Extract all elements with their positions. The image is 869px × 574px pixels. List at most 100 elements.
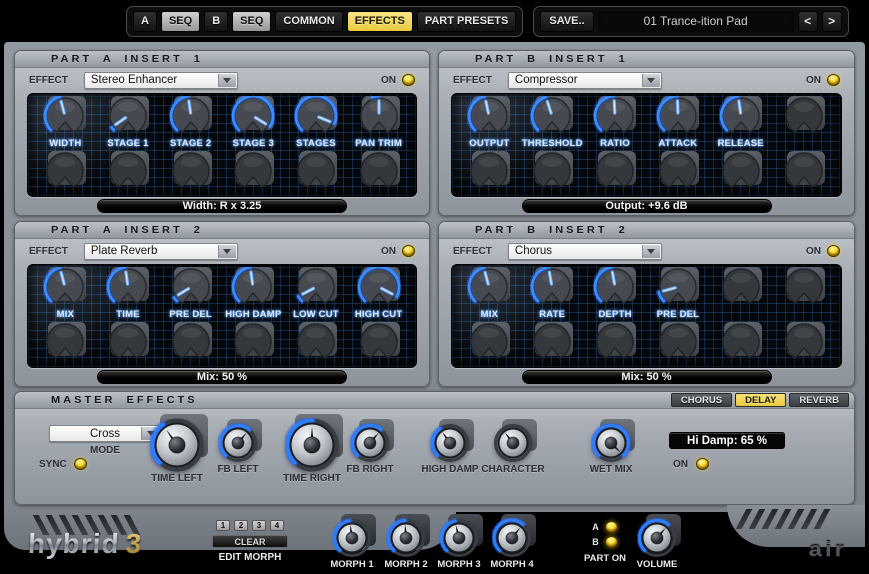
knob-label: MORPH 1 (330, 559, 373, 570)
tab-effects-5[interactable]: EFFECTS (347, 11, 413, 32)
knob-unused (593, 151, 637, 193)
knob-stage-2[interactable] (169, 96, 213, 138)
prev-preset-button[interactable]: < (798, 11, 818, 32)
knob-unused (656, 322, 700, 364)
part-b-label: B (592, 537, 599, 547)
knob-low-cut[interactable] (294, 267, 338, 309)
chevron-down-icon[interactable] (218, 245, 236, 258)
knob-stage-3[interactable] (231, 96, 275, 138)
save-button[interactable]: SAVE.. (540, 11, 593, 32)
knob-unused (294, 151, 338, 193)
knob-morph-3[interactable]: MORPH 3 (434, 518, 484, 570)
knob-label: TIME (116, 309, 140, 321)
knob-label: STAGE 1 (107, 138, 148, 150)
knob-stages[interactable] (294, 96, 338, 138)
knob-high-damp[interactable] (231, 267, 275, 309)
knob-label: PRE DEL (169, 309, 212, 321)
effect-dropdown[interactable]: Chorus (508, 243, 662, 260)
knob-time[interactable] (106, 267, 150, 309)
knob-fb-left[interactable]: FB LEFT (206, 423, 270, 475)
master-on-led[interactable] (696, 458, 709, 470)
knob-output[interactable] (467, 96, 511, 138)
effect-dropdown[interactable]: Stereo Enhancer (84, 72, 238, 89)
effect-row: EFFECT Compressor ON (439, 68, 854, 92)
morph-select-button-1[interactable]: 1 (216, 520, 230, 531)
panel-title: PART B INSERT 2 (475, 224, 628, 235)
tab-b-2[interactable]: B (204, 11, 228, 32)
effect-dropdown[interactable]: Compressor (508, 72, 662, 89)
preset-name-display[interactable]: 01 Trance-ition Pad (598, 11, 794, 32)
knob-release[interactable] (719, 96, 763, 138)
effect-dropdown[interactable]: Plate Reverb (84, 243, 238, 260)
knob-attack[interactable] (656, 96, 700, 138)
preset-controls: SAVE.. 01 Trance-ition Pad < > (533, 6, 848, 37)
knob-depth[interactable] (593, 267, 637, 309)
knob-label: OUTPUT (469, 138, 509, 150)
knob-label: WET MIX (590, 464, 633, 475)
on-label: ON (381, 75, 396, 86)
knob-mix[interactable] (43, 267, 87, 309)
morph-select-button-2[interactable]: 2 (234, 520, 248, 531)
knob-high-cut[interactable] (357, 267, 401, 309)
knob-stage-1[interactable] (106, 96, 150, 138)
tab-seq-1[interactable]: SEQ (161, 11, 200, 32)
part-a-led[interactable] (605, 521, 618, 533)
knob-label: STAGES (296, 138, 336, 150)
tab-seq-3[interactable]: SEQ (232, 11, 271, 32)
morph-select-button-4[interactable]: 4 (270, 520, 284, 531)
insert-header: PART A INSERT 1 (15, 51, 429, 68)
insert-header: PART A INSERT 2 (15, 222, 429, 239)
insert-panel-part-a-insert-1: PART A INSERT 1 EFFECT Stereo Enhancer O… (14, 50, 430, 216)
knob-mix[interactable] (467, 267, 511, 309)
master-readout: Hi Damp: 65 % (669, 432, 785, 449)
knob-rate[interactable] (530, 267, 574, 309)
tab-part-presets-6[interactable]: PART PRESETS (417, 11, 517, 32)
morph-select-buttons: 1234 (216, 520, 284, 531)
power-led[interactable] (827, 245, 840, 257)
effect-value: Chorus (515, 245, 552, 257)
edit-morph-group: 1234 CLEAR EDIT MORPH (210, 520, 290, 563)
knob-unused (294, 322, 338, 364)
knob-morph-4[interactable]: MORPH 4 (487, 518, 537, 570)
tab-common-4[interactable]: COMMON (275, 11, 342, 32)
knob-pan-trim[interactable] (357, 96, 401, 138)
knob-fb-right[interactable]: FB RIGHT (338, 423, 402, 475)
knob-threshold[interactable] (530, 96, 574, 138)
next-preset-button[interactable]: > (822, 11, 842, 32)
chevron-down-icon[interactable] (642, 245, 660, 258)
chevron-down-icon[interactable] (218, 74, 236, 87)
knob-character[interactable]: CHARACTER (481, 423, 545, 475)
knob-width[interactable] (43, 96, 87, 138)
knob-time-left[interactable]: TIME LEFT (140, 418, 214, 484)
knob-pre-del[interactable] (656, 267, 700, 309)
power-led[interactable] (402, 245, 415, 257)
knob-unused (719, 322, 763, 364)
knob-volume[interactable]: VOLUME (632, 518, 682, 570)
chevron-down-icon[interactable] (642, 74, 660, 87)
clear-button[interactable]: CLEAR (212, 535, 288, 548)
page-tabs: ASEQBSEQCOMMONEFFECTSPART PRESETS (126, 6, 523, 37)
master-on-label: ON (673, 459, 688, 470)
insert-panel-part-b-insert-2: PART B INSERT 2 EFFECT Chorus ON MIXRATE… (438, 221, 855, 387)
knob-morph-2[interactable]: MORPH 2 (381, 518, 431, 570)
knob-pre-del[interactable] (169, 267, 213, 309)
bottom-bar: hybrid3 1234 CLEAR EDIT MORPH MORPH 1 MO… (0, 512, 869, 574)
knob-label: HIGH DAMP (225, 309, 281, 321)
knob-unused (43, 151, 87, 193)
power-led[interactable] (402, 74, 415, 86)
part-b-led[interactable] (605, 536, 618, 548)
effect-label: EFFECT (453, 246, 492, 257)
knob-label: THRESHOLD (522, 138, 583, 150)
knob-unused (593, 322, 637, 364)
knob-ratio[interactable] (593, 96, 637, 138)
knob-unused (106, 322, 150, 364)
knob-morph-1[interactable]: MORPH 1 (327, 518, 377, 570)
on-label: ON (806, 75, 821, 86)
power-led[interactable] (827, 74, 840, 86)
tab-a-0[interactable]: A (133, 11, 157, 32)
knob-wet-mix[interactable]: WET MIX (579, 423, 643, 475)
morph-select-button-3[interactable]: 3 (252, 520, 266, 531)
knob-high-damp[interactable]: HIGH DAMP (418, 423, 482, 475)
knob-label: CHARACTER (481, 464, 544, 475)
knob-label: MIX (481, 309, 499, 321)
